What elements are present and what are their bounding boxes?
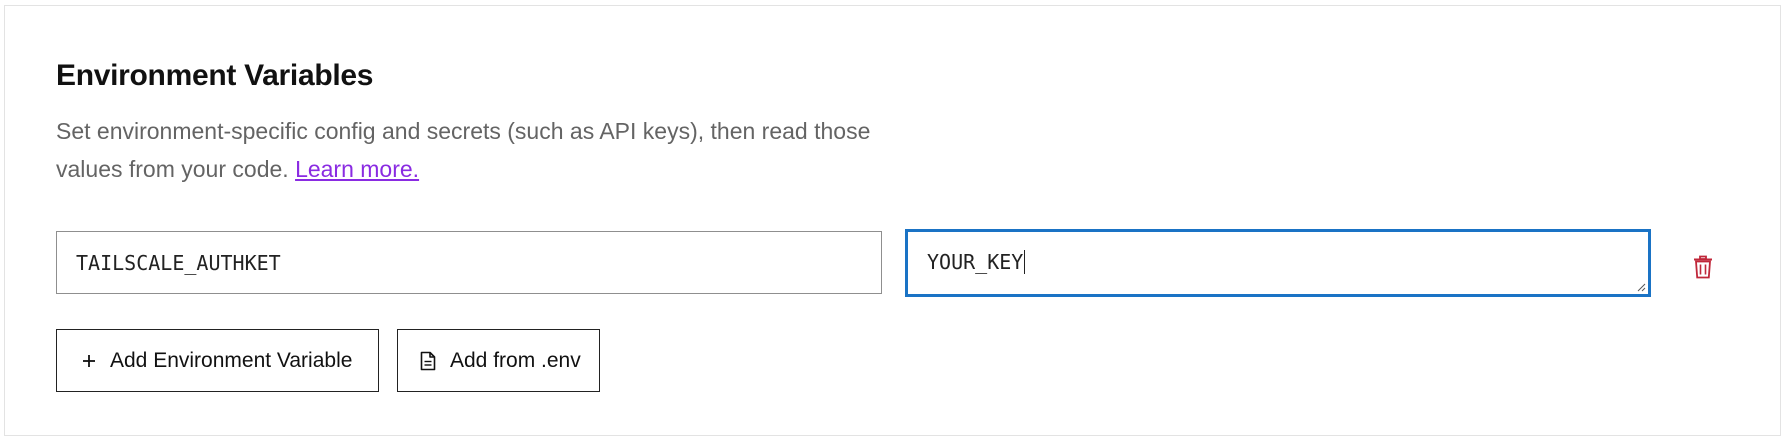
- env-value-input[interactable]: YOUR_KEY: [905, 229, 1651, 297]
- resize-handle-icon[interactable]: [1636, 282, 1646, 292]
- section-title: Environment Variables: [56, 59, 374, 92]
- trash-icon: [1694, 255, 1712, 279]
- section-description: Set environment-specific config and secr…: [56, 112, 936, 188]
- add-from-env-button[interactable]: Add from .env: [397, 329, 600, 392]
- file-icon: [420, 351, 436, 371]
- env-key-input[interactable]: TAILSCALE_AUTHKET: [56, 231, 882, 294]
- environment-variables-panel: Environment Variables Set environment-sp…: [4, 5, 1781, 436]
- text-caret: [1024, 250, 1026, 274]
- plus-icon: [82, 354, 96, 368]
- description-text: Set environment-specific config and secr…: [56, 118, 871, 182]
- add-environment-variable-label: Add Environment Variable: [110, 348, 353, 372]
- learn-more-link[interactable]: Learn more.: [295, 156, 419, 182]
- env-value-value: YOUR_KEY: [927, 250, 1024, 274]
- env-key-value: TAILSCALE_AUTHKET: [76, 250, 281, 275]
- add-environment-variable-button[interactable]: Add Environment Variable: [56, 329, 379, 392]
- delete-variable-button[interactable]: [1689, 252, 1717, 282]
- add-from-env-label: Add from .env: [450, 348, 581, 372]
